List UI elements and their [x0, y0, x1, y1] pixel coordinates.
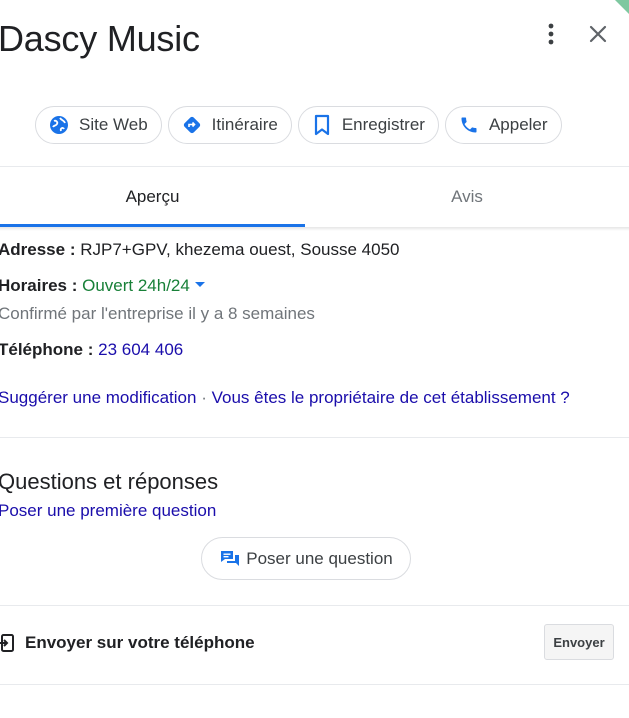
- action-chips: Site Web Itinéraire Enregistrer Appeler: [35, 106, 562, 144]
- phone-label: Téléphone :: [0, 340, 94, 359]
- divider: [0, 605, 629, 606]
- globe-icon: [48, 114, 70, 136]
- save-button[interactable]: Enregistrer: [297, 106, 439, 144]
- send-button[interactable]: Envoyer: [544, 624, 614, 660]
- ask-question-label: Poser une question: [246, 548, 393, 568]
- divider: [0, 684, 629, 685]
- place-title: Dascy Music: [0, 18, 200, 59]
- ask-question-button[interactable]: Poser une question: [201, 537, 411, 580]
- call-label: Appeler: [488, 115, 548, 134]
- divider: [0, 437, 629, 438]
- website-button[interactable]: Site Web: [35, 106, 162, 144]
- save-label: Enregistrer: [341, 115, 425, 134]
- send-to-phone-icon: [0, 633, 18, 653]
- caret-down-icon[interactable]: [194, 282, 205, 288]
- address-value[interactable]: RJP7+GPV, khezema ouest, Sousse 4050: [80, 240, 399, 259]
- first-question-link[interactable]: Poser une première question: [0, 501, 216, 521]
- tab-shadow: [0, 227, 629, 231]
- tab-reviews[interactable]: Avis: [305, 167, 629, 227]
- question-answer-icon: [219, 548, 241, 570]
- bookmark-icon: [311, 114, 333, 136]
- close-icon[interactable]: [584, 20, 612, 48]
- hours-row: Horaires : Ouvert 24h/24: [0, 276, 205, 296]
- corner-decoration: [615, 0, 629, 14]
- directions-label: Itinéraire: [211, 115, 278, 134]
- more-vert-icon[interactable]: [540, 20, 562, 48]
- link-separator: ·: [201, 388, 207, 407]
- phone-link[interactable]: 23 604 406: [98, 340, 183, 359]
- hours-value[interactable]: Ouvert 24h/24: [82, 276, 190, 295]
- directions-icon: [181, 114, 203, 136]
- address-label: Adresse :: [0, 240, 76, 259]
- phone-icon: [458, 114, 480, 136]
- tab-overview[interactable]: Aperçu: [0, 167, 305, 227]
- hours-confirmed: Confirmé par l'entreprise il y a 8 semai…: [0, 304, 315, 323]
- phone-row: Téléphone : 23 604 406: [0, 340, 183, 360]
- send-to-phone-row: Envoyer sur votre téléphone Envoyer: [0, 622, 629, 664]
- address-row: Adresse : RJP7+GPV, khezema ouest, Souss…: [0, 240, 399, 260]
- hours-label: Horaires :: [0, 276, 78, 295]
- owner-claim-link[interactable]: Vous êtes le propriétaire de cet établis…: [212, 388, 570, 407]
- directions-button[interactable]: Itinéraire: [167, 106, 292, 144]
- tab-bar: Aperçu Avis: [0, 167, 629, 227]
- suggest-edit-link[interactable]: Suggérer une modification: [0, 388, 196, 407]
- qa-heading: Questions et réponses: [0, 469, 219, 494]
- edit-links: Suggérer une modification · Vous êtes le…: [0, 388, 570, 408]
- send-to-phone-label: Envoyer sur votre téléphone: [25, 633, 255, 652]
- call-button[interactable]: Appeler: [444, 106, 562, 144]
- website-label: Site Web: [79, 115, 148, 134]
